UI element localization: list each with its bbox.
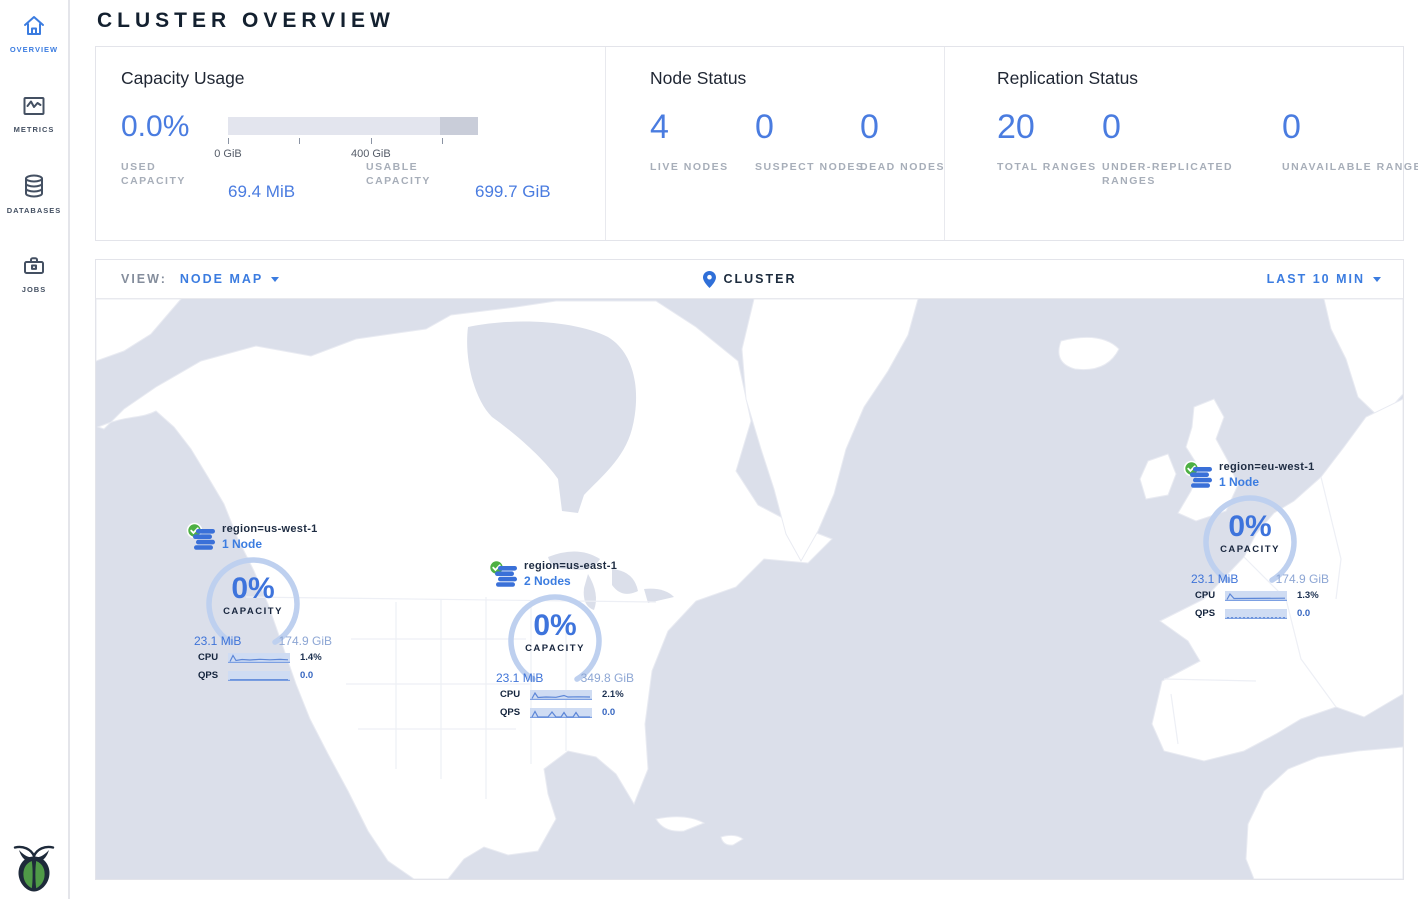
qps-sparkline: [228, 671, 290, 681]
sidebar-item-overview[interactable]: OVERVIEW: [0, 0, 68, 80]
capacity-bar: 0 GiB 400 GiB: [228, 117, 478, 144]
cpu-label: CPU: [500, 689, 520, 700]
qps-value: 0.0: [1297, 608, 1310, 619]
sidebar: OVERVIEW METRICS DATABASES JOBS: [0, 0, 70, 899]
qps-sparkline: [530, 708, 592, 718]
qps-value: 0.0: [300, 670, 313, 681]
under-replicated-value: 0: [1102, 109, 1282, 145]
qps-value: 0.0: [602, 707, 615, 718]
sidebar-item-label: JOBS: [22, 285, 46, 294]
main-content: CLUSTER OVERVIEW Capacity Usage 0.0% 0 G…: [70, 9, 1418, 880]
cpu-sparkline: [1225, 591, 1287, 601]
used-capacity: 23.1 MiB: [194, 634, 241, 648]
time-range-value: LAST 10 MIN: [1267, 272, 1365, 286]
cpu-value: 1.4%: [300, 652, 322, 663]
metrics-icon: [21, 93, 47, 119]
chevron-down-icon: [1373, 277, 1381, 282]
node-marker-us-east-1[interactable]: region=us-east-1 2 Nodes 0% CAPACITY 23.…: [488, 559, 648, 724]
sidebar-item-databases[interactable]: DATABASES: [0, 160, 68, 240]
locality-database-icon: [192, 529, 218, 551]
usable-capacity-label: USABLE CAPACITY: [366, 160, 466, 188]
total-capacity: 174.9 GiB: [1276, 572, 1329, 586]
replication-status-panel: Replication Status 20 TOTAL RANGES 0 UND…: [944, 47, 1403, 240]
chevron-down-icon: [271, 277, 279, 282]
qps-label: QPS: [1195, 608, 1215, 619]
time-range-dropdown[interactable]: LAST 10 MIN: [1267, 272, 1403, 286]
sidebar-item-metrics[interactable]: METRICS: [0, 80, 68, 160]
capacity-usage-panel: Capacity Usage 0.0% 0 GiB 400 GiB USED C…: [96, 47, 605, 240]
used-capacity-label: USED CAPACITY: [121, 160, 221, 188]
sidebar-item-label: DATABASES: [7, 206, 62, 215]
cockroachdb-logo: [11, 841, 57, 893]
replication-status-title: Replication Status: [997, 68, 1403, 89]
total-capacity: 174.9 GiB: [279, 634, 332, 648]
usable-capacity-value: 699.7 GiB: [475, 182, 551, 202]
capacity-bar-reserved-segment: [440, 117, 478, 135]
cpu-value: 2.1%: [602, 689, 624, 700]
sidebar-item-jobs[interactable]: JOBS: [0, 240, 68, 320]
under-replicated-stat: 0 UNDER-REPLICATED RANGES: [1102, 109, 1282, 188]
locality-database-icon: [494, 566, 520, 588]
briefcase-icon: [21, 253, 47, 279]
node-map: region=us-west-1 1 Node 0% CAPACITY 23.1…: [96, 299, 1403, 879]
node-status-panel: Node Status 4 LIVE NODES 0 SUSPECT NODES…: [605, 47, 944, 240]
sidebar-item-label: OVERVIEW: [10, 45, 58, 54]
cpu-sparkline: [228, 653, 290, 663]
unavailable-ranges-value: 0: [1282, 109, 1387, 145]
under-replicated-label: UNDER-REPLICATED RANGES: [1102, 160, 1272, 188]
cpu-sparkline: [530, 690, 592, 700]
home-icon: [21, 13, 47, 39]
qps-sparkline: [1225, 609, 1287, 619]
node-marker-eu-west-1[interactable]: region=eu-west-1 1 Node 0% CAPACITY 23.1…: [1183, 460, 1343, 625]
view-dropdown-value: NODE MAP: [180, 272, 263, 286]
page-title: CLUSTER OVERVIEW: [97, 9, 1404, 33]
region-label: region=eu-west-1: [1219, 461, 1315, 473]
used-capacity: 23.1 MiB: [1191, 572, 1238, 586]
view-label: VIEW:: [121, 272, 167, 286]
breadcrumb-cluster[interactable]: CLUSTER: [702, 271, 796, 288]
qps-label: QPS: [500, 707, 520, 718]
live-nodes-stat: 4 LIVE NODES: [650, 109, 755, 174]
total-ranges-value: 20: [997, 109, 1102, 145]
cpu-label: CPU: [198, 652, 218, 663]
unavailable-ranges-stat: 0 UNAVAILABLE RANGES: [1282, 109, 1387, 188]
locality-database-icon: [1189, 467, 1215, 489]
unavailable-ranges-label: UNAVAILABLE RANGES: [1282, 160, 1418, 174]
cpu-label: CPU: [1195, 590, 1215, 601]
region-label: region=us-east-1: [524, 560, 617, 572]
node-status-title: Node Status: [650, 68, 944, 89]
suspect-nodes-value: 0: [755, 109, 860, 145]
total-ranges-stat: 20 TOTAL RANGES: [997, 109, 1102, 188]
node-map-card: VIEW: NODE MAP CLUSTER LAST 10 MIN: [95, 259, 1404, 880]
suspect-nodes-stat: 0 SUSPECT NODES: [755, 109, 860, 174]
view-dropdown[interactable]: NODE MAP: [180, 272, 279, 286]
used-capacity-value: 69.4 MiB: [228, 182, 295, 202]
live-nodes-value: 4: [650, 109, 755, 145]
cpu-value: 1.3%: [1297, 590, 1319, 601]
qps-label: QPS: [198, 670, 218, 681]
cluster-summary-card: Capacity Usage 0.0% 0 GiB 400 GiB USED C…: [95, 46, 1404, 241]
capacity-usage-title: Capacity Usage: [121, 68, 605, 89]
capacity-used-percent: 0.0%: [121, 110, 228, 144]
region-label: region=us-west-1: [222, 523, 318, 535]
used-capacity: 23.1 MiB: [496, 671, 543, 685]
database-icon: [21, 173, 47, 200]
sidebar-item-label: METRICS: [14, 125, 55, 134]
breadcrumb-label: CLUSTER: [723, 272, 796, 286]
total-capacity: 349.8 GiB: [581, 671, 634, 685]
location-pin-icon: [702, 271, 715, 288]
node-marker-us-west-1[interactable]: region=us-west-1 1 Node 0% CAPACITY 23.1…: [186, 522, 346, 687]
map-toolbar: VIEW: NODE MAP CLUSTER LAST 10 MIN: [96, 260, 1403, 299]
